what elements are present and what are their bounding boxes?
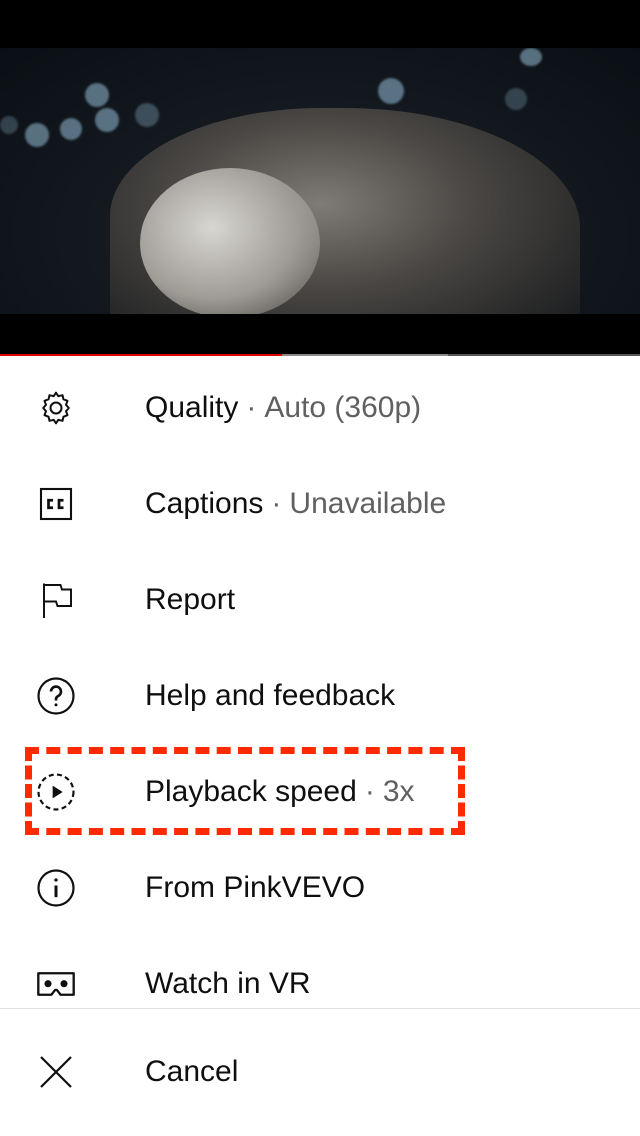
menu-item-label: From PinkVEVO	[145, 871, 366, 904]
flag-icon	[34, 578, 78, 622]
help-icon	[34, 674, 78, 718]
bokeh-light	[85, 83, 109, 107]
bokeh-light	[505, 88, 527, 110]
menu-item-label: Quality · Auto (360p)	[145, 391, 422, 424]
bokeh-light	[378, 78, 404, 104]
bokeh-light	[60, 118, 82, 140]
menu-item-quality[interactable]: Quality · Auto (360p)	[0, 360, 640, 456]
progress-played	[0, 354, 282, 356]
video-subject-hair	[140, 168, 320, 314]
menu-item-label: Help and feedback	[145, 679, 396, 712]
info-icon	[34, 866, 78, 910]
cancel-label: Cancel	[145, 1055, 239, 1088]
bokeh-light	[25, 123, 49, 147]
menu-item-captions[interactable]: Captions · Unavailable	[0, 456, 640, 552]
menu-item-playback-speed[interactable]: Playback speed · 3x	[0, 744, 640, 840]
menu-divider	[0, 1008, 640, 1009]
captions-value: Unavailable	[289, 487, 447, 520]
bokeh-light	[95, 108, 119, 132]
menu-item-label: Report	[145, 583, 236, 616]
menu-item-vr[interactable]: Watch in VR	[0, 936, 640, 1032]
menu-item-label: Playback speed · 3x	[145, 775, 415, 808]
playback-speed-icon	[34, 770, 78, 814]
close-icon	[34, 1050, 78, 1094]
vr-icon	[34, 962, 78, 1006]
menu-item-report[interactable]: Report	[0, 552, 640, 648]
quality-value: Auto (360p)	[264, 391, 422, 424]
video-player[interactable]	[0, 0, 640, 356]
bokeh-light	[135, 103, 159, 127]
menu-item-help[interactable]: Help and feedback	[0, 648, 640, 744]
playback-speed-value: 3x	[382, 775, 415, 808]
gear-icon	[34, 386, 78, 430]
menu-item-label: Captions · Unavailable	[145, 487, 447, 520]
bokeh-light	[0, 116, 18, 134]
menu-item-label: Watch in VR	[145, 967, 311, 1000]
menu-item-channel[interactable]: From PinkVEVO	[0, 840, 640, 936]
video-frame	[0, 48, 640, 314]
bokeh-light	[520, 48, 542, 66]
captions-icon	[34, 482, 78, 526]
cancel-button[interactable]: Cancel	[0, 1024, 640, 1120]
progress-bar[interactable]	[0, 354, 640, 356]
